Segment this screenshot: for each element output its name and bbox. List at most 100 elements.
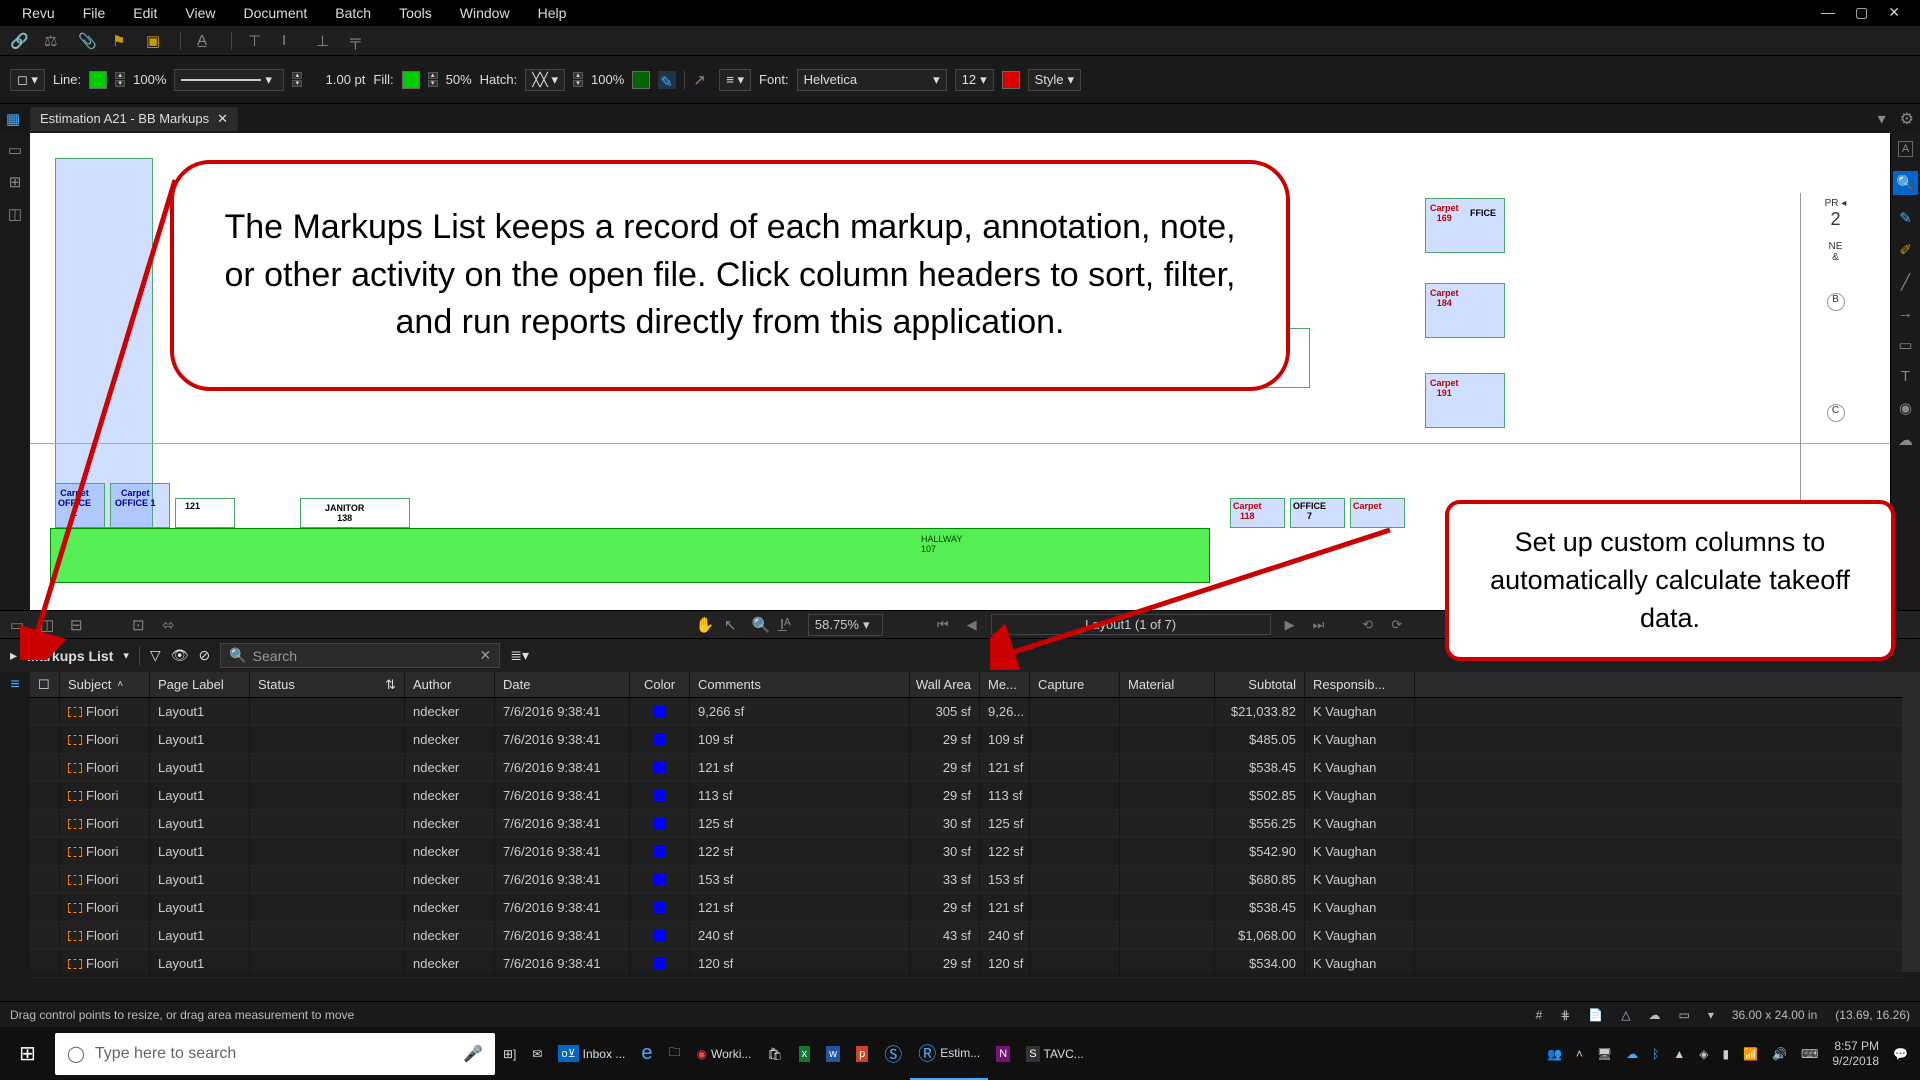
list-options-icon[interactable]: ≣▾: [510, 647, 529, 664]
table-row[interactable]: FlooriLayout1ndecker7/6/2016 9:38:41121 …: [30, 754, 1902, 782]
close-icon[interactable]: ✕: [1888, 4, 1900, 21]
table-scrollbar[interactable]: [1902, 672, 1920, 972]
hatch-pattern-dropdown[interactable]: ╳╳ ▾: [525, 69, 565, 91]
menu-document[interactable]: Document: [229, 2, 321, 24]
first-page-icon[interactable]: ⏮: [933, 617, 953, 633]
panel-arrow-icon[interactable]: →: [1898, 305, 1913, 322]
aligncenter-icon[interactable]: I: [282, 32, 300, 50]
menu-tools[interactable]: Tools: [385, 2, 446, 24]
hide-icon[interactable]: ⊘: [198, 647, 210, 664]
line-color-swatch[interactable]: [89, 71, 107, 89]
tray-onedrive-icon[interactable]: ☁: [1626, 1047, 1638, 1061]
style-dropdown[interactable]: Style ▾: [1028, 69, 1081, 91]
tray-keyboard-icon[interactable]: ⌨: [1801, 1047, 1818, 1061]
shape-dropdown[interactable]: ◻ ▾: [10, 69, 45, 91]
row-list-icon[interactable]: ≡: [10, 676, 19, 694]
col-page[interactable]: Page Label: [150, 672, 250, 697]
col-subtotal[interactable]: Subtotal: [1215, 672, 1305, 697]
task-powerpoint[interactable]: p: [848, 1027, 876, 1080]
panel-pencil-icon[interactable]: ✎: [1899, 209, 1912, 227]
zoom-value[interactable]: 58.75% ▾: [808, 614, 883, 636]
alignright-icon[interactable]: ⊥: [316, 32, 334, 50]
menu-window[interactable]: Window: [446, 2, 524, 24]
col-author[interactable]: Author: [405, 672, 495, 697]
col-subject[interactable]: Subject ˄: [60, 672, 150, 697]
hatch-opacity-spinner[interactable]: ▴▾: [573, 72, 583, 87]
panel-marker-icon[interactable]: ✐: [1899, 241, 1912, 259]
table-row[interactable]: FlooriLayout1ndecker7/6/2016 9:38:41125 …: [30, 810, 1902, 838]
panel-stamp-icon[interactable]: ◉: [1899, 399, 1912, 417]
prev-page-icon[interactable]: ◀: [963, 617, 981, 633]
document-tab[interactable]: Estimation A21 - BB Markups ✕: [30, 107, 238, 131]
highlighter-icon[interactable]: ✎: [658, 71, 676, 89]
tray-bt-icon[interactable]: ᛒ: [1652, 1047, 1659, 1061]
task-explorer[interactable]: 🗀: [660, 1027, 688, 1080]
task-skype[interactable]: Ⓢ: [876, 1027, 910, 1080]
alignleft-icon[interactable]: ⊤: [248, 32, 266, 50]
arrowline-icon[interactable]: ↗: [693, 71, 711, 89]
menu-view[interactable]: View: [171, 2, 229, 24]
text-select-icon[interactable]: I̲ᴬ: [780, 616, 798, 634]
mic-icon[interactable]: 🎤: [463, 1044, 483, 1064]
image-icon[interactable]: ▣: [146, 32, 164, 50]
panel-text-icon[interactable]: T: [1901, 368, 1910, 385]
font-dropdown[interactable]: Helvetica▾: [797, 69, 947, 91]
page-icon[interactable]: 📄: [1588, 1008, 1603, 1022]
task-mail[interactable]: ✉: [524, 1027, 550, 1080]
markups-search[interactable]: 🔍 Search ✕: [220, 643, 500, 668]
attach-icon[interactable]: 📎: [78, 32, 96, 50]
col-status[interactable]: Status⇅: [250, 672, 405, 697]
table-row[interactable]: FlooriLayout1ndecker7/6/2016 9:38:41109 …: [30, 726, 1902, 754]
col-capture[interactable]: Capture: [1030, 672, 1120, 697]
tray-shield-icon[interactable]: ▲: [1673, 1047, 1685, 1061]
select-arrow-icon[interactable]: ↖: [724, 616, 742, 634]
menu-batch[interactable]: Batch: [321, 2, 385, 24]
menu-help[interactable]: Help: [524, 2, 581, 24]
task-view-icon[interactable]: ⊞]: [495, 1027, 524, 1080]
table-row[interactable]: FlooriLayout1ndecker7/6/2016 9:38:41121 …: [30, 894, 1902, 922]
fill-opacity-spinner[interactable]: ▴▾: [428, 72, 438, 87]
tab-more-icon[interactable]: ▾: [1878, 109, 1886, 129]
textalign-dropdown[interactable]: ≡ ▾: [719, 69, 751, 91]
col-wallarea[interactable]: Wall Area: [910, 672, 980, 697]
fill-color-swatch[interactable]: [402, 71, 420, 89]
cloud-icon[interactable]: ☁: [1649, 1008, 1661, 1022]
tray-up-icon[interactable]: ˄: [1576, 1047, 1583, 1061]
hyperlink-icon[interactable]: 🔗: [10, 32, 28, 50]
tab-close-icon[interactable]: ✕: [217, 111, 228, 127]
table-row[interactable]: FlooriLayout1ndecker7/6/2016 9:38:41120 …: [30, 950, 1902, 978]
text-icon[interactable]: A̲: [197, 32, 215, 50]
menu-edit[interactable]: Edit: [119, 2, 171, 24]
panel-a-icon[interactable]: A: [1898, 141, 1913, 157]
task-tavc[interactable]: S TAVC...: [1018, 1027, 1092, 1080]
tray-app-icon[interactable]: ◈: [1699, 1047, 1708, 1061]
task-excel[interactable]: x: [791, 1027, 819, 1080]
pan-hand-icon[interactable]: ✋: [696, 616, 714, 634]
taskbar-search[interactable]: ◯ Type here to search 🎤: [55, 1033, 495, 1075]
tray-people-icon[interactable]: 👥: [1547, 1047, 1562, 1061]
maximize-icon[interactable]: ▢: [1855, 4, 1868, 21]
col-date[interactable]: Date: [495, 672, 630, 697]
panel-search-icon[interactable]: 🔍: [1893, 171, 1918, 195]
menu-revu[interactable]: Revu: [8, 2, 69, 24]
stamp-icon[interactable]: ⚖: [44, 32, 62, 50]
col-me[interactable]: Me...: [980, 672, 1030, 697]
line-weight-spinner[interactable]: ▴▾: [292, 72, 302, 87]
table-row[interactable]: FlooriLayout1ndecker7/6/2016 9:38:41113 …: [30, 782, 1902, 810]
task-word[interactable]: w: [818, 1027, 848, 1080]
panel-cloud-icon[interactable]: ☁: [1898, 431, 1913, 449]
col-material[interactable]: Material: [1120, 672, 1215, 697]
snap-icon[interactable]: ⋕: [1560, 1008, 1570, 1022]
col-responsibility[interactable]: Responsib...: [1305, 672, 1415, 697]
alignjust-icon[interactable]: ╤: [350, 32, 368, 50]
panel-line-icon[interactable]: ╱: [1901, 273, 1910, 291]
table-row[interactable]: FlooriLayout1ndecker7/6/2016 9:38:41122 …: [30, 838, 1902, 866]
grid-icon[interactable]: #: [1536, 1008, 1543, 1022]
table-row[interactable]: FlooriLayout1ndecker7/6/2016 9:38:41153 …: [30, 866, 1902, 894]
settings-gear-icon[interactable]: ⚙: [1900, 109, 1914, 129]
task-chrome[interactable]: ◉ Worki...: [688, 1027, 759, 1080]
task-store[interactable]: 🛍: [759, 1027, 790, 1080]
tray-battery-icon[interactable]: ▮: [1722, 1047, 1729, 1061]
start-button[interactable]: ⊞: [0, 1027, 55, 1080]
tray-wifi-icon[interactable]: 📶: [1743, 1047, 1758, 1061]
